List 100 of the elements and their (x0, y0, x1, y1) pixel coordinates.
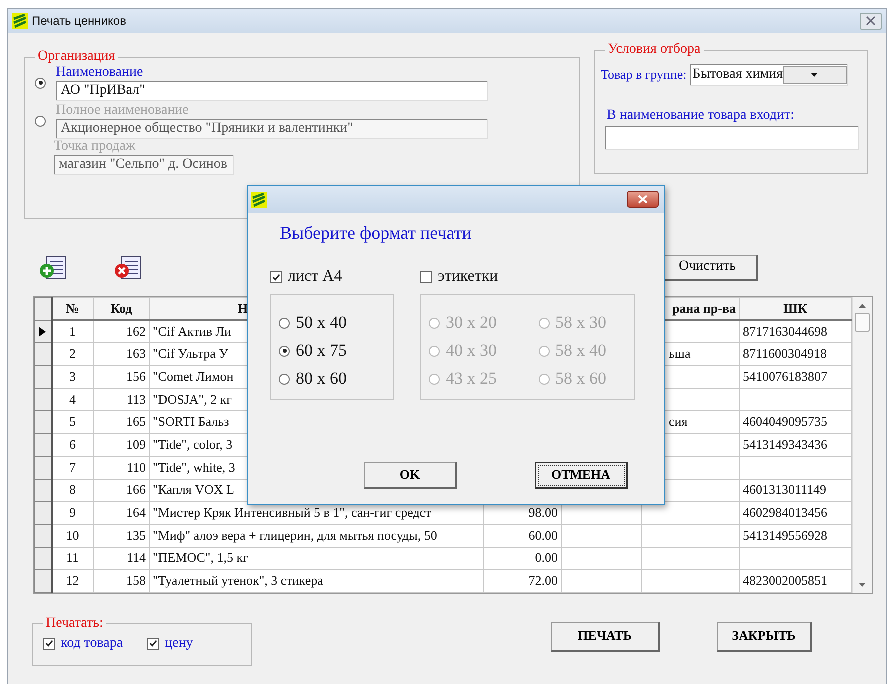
table-cell: 1 (52, 320, 94, 343)
group-label: Товар в группе: (601, 67, 687, 83)
radio-button[interactable] (429, 346, 440, 356)
print-button[interactable]: ПЕЧАТЬ (551, 622, 660, 652)
scroll-down-icon[interactable] (859, 582, 866, 587)
dialog-heading: Выберите формат печати (280, 223, 473, 244)
radio-button[interactable] (429, 374, 440, 384)
field-label: Наименование (56, 65, 144, 81)
checkbox[interactable] (43, 638, 55, 650)
table-cell: "ПЕМОС", 1,5 кг (150, 547, 484, 570)
size-label: 58 x 30 (556, 313, 606, 333)
name-field[interactable]: АО "ПрИВал" (56, 81, 488, 101)
close-button[interactable] (627, 191, 659, 208)
app-logo-icon (251, 192, 267, 208)
scroll-thumb[interactable] (855, 313, 870, 332)
row-selector[interactable] (34, 388, 52, 411)
table-cell: 158 (94, 570, 150, 592)
table-cell: 6 (52, 434, 94, 456)
checkbox-label: лист А4 (288, 268, 342, 286)
close-icon (638, 195, 648, 204)
window-title: Печать ценников (32, 14, 128, 28)
radio-button[interactable] (429, 318, 440, 328)
table-cell: 4602984013456 (740, 502, 852, 524)
radio-button[interactable] (35, 78, 46, 88)
group-title: Печатать: (45, 616, 104, 632)
row-selector[interactable] (34, 547, 52, 570)
table-cell: 166 (94, 479, 150, 502)
cancel-button[interactable]: ОТМЕНА (535, 462, 628, 489)
table-cell: 5410076183807 (740, 366, 852, 388)
table-cell: 165 (94, 410, 150, 434)
table-cell: 12 (52, 570, 94, 592)
table-cell: 5 (52, 410, 94, 434)
close-window-button[interactable]: ЗАКРЫТЬ (717, 622, 812, 652)
table-cell: "Миф" алоэ вера + глицерин, для мытья посуды, 50 (150, 524, 484, 548)
column-header[interactable]: № (52, 298, 94, 320)
table-cell: 11 (52, 547, 94, 570)
group-title: Организация (37, 49, 116, 65)
size-label: 58 x 60 (556, 369, 606, 389)
table-cell: 0.00 (484, 547, 562, 570)
table-cell: 4604049095735 (740, 410, 852, 434)
table-cell: 135 (94, 524, 150, 548)
group-dropdown[interactable]: Бытовая химия (690, 64, 848, 86)
checkbox[interactable] (270, 271, 282, 283)
search-label: В наименование товара входит: (607, 108, 796, 124)
table-cell: 9 (52, 502, 94, 524)
table-cell: 8 (52, 479, 94, 502)
radio-button[interactable] (279, 374, 290, 384)
table-cell: 8717163044698 (740, 320, 852, 343)
table-cell: 113 (94, 388, 150, 411)
table-cell: 4 (52, 388, 94, 411)
table-cell: 5413149556928 (740, 524, 852, 548)
radio-button[interactable] (538, 346, 550, 356)
field-label: Точка продаж (54, 139, 137, 155)
column-header[interactable]: ШК (740, 298, 852, 320)
close-button[interactable] (860, 12, 882, 30)
row-pointer-icon (39, 326, 46, 337)
size-label: 60 x 75 (296, 341, 347, 361)
search-field[interactable] (605, 126, 859, 150)
row-selector[interactable] (34, 502, 52, 524)
size-label: 80 x 60 (296, 369, 347, 389)
scrollbar[interactable] (852, 297, 872, 593)
table-cell: 110 (94, 456, 150, 479)
row-selector[interactable] (34, 320, 52, 343)
table-cell: 4601313011149 (740, 479, 852, 502)
table-cell: 156 (94, 366, 150, 388)
table-cell: 163 (94, 342, 150, 366)
table-corner (34, 298, 52, 320)
group-title: Условия отбора (607, 42, 702, 58)
row-selector[interactable] (34, 434, 52, 456)
radio-button[interactable] (538, 374, 550, 384)
ok-button[interactable]: OK (364, 462, 457, 489)
row-selector[interactable] (34, 366, 52, 388)
table-cell: 5413149343436 (740, 434, 852, 456)
field-label: Полное наименование (56, 103, 190, 119)
checkbox-label: этикетки (438, 268, 498, 286)
radio-button[interactable] (279, 318, 290, 328)
table-cell: 162 (94, 320, 150, 343)
checkbox[interactable] (147, 638, 160, 650)
table-cell: 60.00 (484, 524, 562, 548)
row-selector[interactable] (34, 479, 52, 502)
table-cell: 10 (52, 524, 94, 548)
radio-button[interactable] (538, 318, 550, 328)
close-icon (866, 16, 876, 26)
table-cell: 7 (52, 456, 94, 479)
row-selector[interactable] (34, 524, 52, 548)
row-selector[interactable] (34, 456, 52, 479)
row-selector[interactable] (34, 570, 52, 592)
table-cell: 8711600304918 (740, 342, 852, 366)
table-cell: 4823002005851 (740, 570, 852, 592)
checkbox[interactable] (420, 271, 432, 283)
table-cell: 114 (94, 547, 150, 570)
table-cell: 164 (94, 502, 150, 524)
radio-button[interactable] (279, 346, 290, 356)
scroll-up-icon[interactable] (859, 304, 866, 308)
row-selector[interactable] (34, 410, 52, 434)
row-selector[interactable] (34, 342, 52, 366)
table-cell: 2 (52, 342, 94, 366)
table-cell: 72.00 (484, 570, 562, 592)
table-cell: 109 (94, 434, 150, 456)
column-header[interactable]: Код (94, 298, 150, 320)
